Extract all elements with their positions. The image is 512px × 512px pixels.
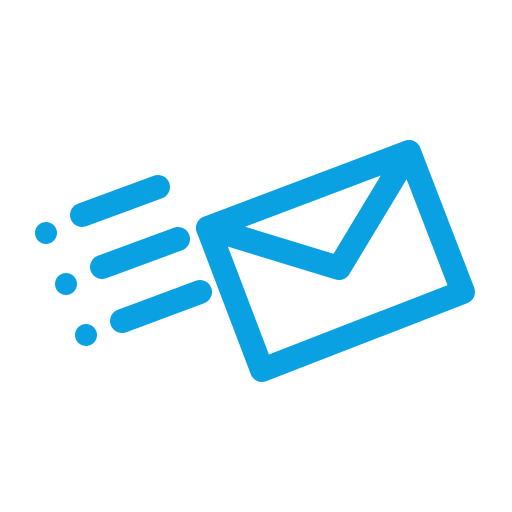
speed-line-top [70,175,170,227]
send-mail-icon [35,140,475,382]
speed-line-middle [90,227,190,279]
speed-dot-top [35,222,57,244]
speed-line-bottom [110,280,212,333]
speed-dot-middle [55,273,77,295]
speed-dot-bottom [75,324,97,346]
icon-canvas [0,0,512,512]
